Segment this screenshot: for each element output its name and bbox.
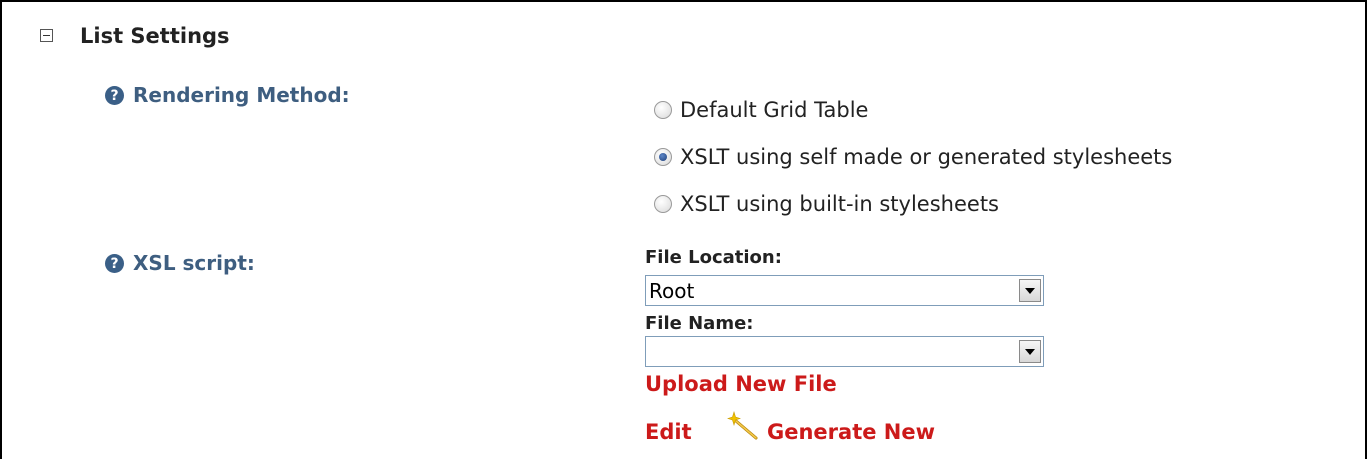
radio-label: XSLT using self made or generated styles… [680,145,1173,169]
upload-new-file-link[interactable]: Upload New File [645,372,837,396]
magic-wand-icon[interactable] [726,410,760,440]
radio-button[interactable] [654,195,672,213]
radio-option-xslt-built-in[interactable]: XSLT using built-in stylesheets [654,192,999,216]
radio-label: Default Grid Table [680,98,869,122]
radio-option-default-grid-table[interactable]: Default Grid Table [654,98,868,122]
file-name-select[interactable] [645,336,1044,367]
file-location-select[interactable]: Root [645,275,1044,306]
file-name-label: File Name: [645,313,754,334]
edit-link[interactable]: Edit [645,420,692,444]
collapse-minus-icon[interactable] [40,29,53,42]
generate-new-link[interactable]: Generate New [767,420,935,444]
file-location-label: File Location: [645,247,782,268]
file-location-value: Root [649,279,695,303]
rendering-method-label: Rendering Method: [133,83,350,107]
radio-button[interactable] [654,101,672,119]
radio-label: XSLT using built-in stylesheets [680,192,999,216]
help-question-icon[interactable]: ? [105,86,124,105]
help-question-icon[interactable]: ? [105,254,124,273]
section-title: List Settings [80,24,230,48]
radio-option-xslt-self-made[interactable]: XSLT using self made or generated styles… [654,145,1172,169]
chevron-down-icon[interactable] [1019,340,1041,363]
radio-button-checked[interactable] [654,148,672,166]
xsl-script-label: XSL script: [133,251,255,275]
chevron-down-icon[interactable] [1019,279,1041,302]
